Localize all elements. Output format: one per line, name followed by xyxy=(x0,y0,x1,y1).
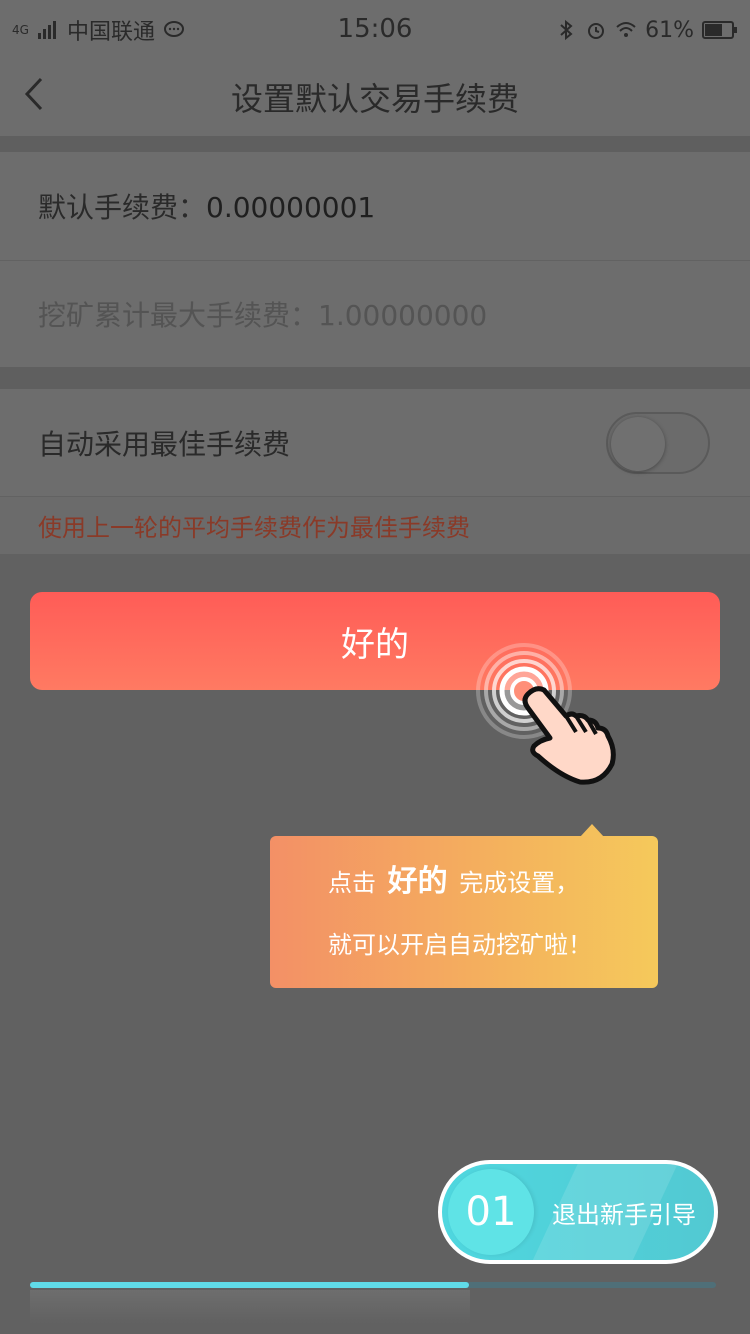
pointing-hand-icon xyxy=(522,686,616,785)
tooltip-suffix: 完成设置， xyxy=(459,869,580,897)
auto-best-fee-label-text: 自动采用最佳手续费 xyxy=(38,427,291,461)
status-time: 15:06 xyxy=(337,14,413,44)
best-fee-hint: 使用上一轮的平均手续费作为最佳手续费 xyxy=(38,514,470,542)
section-gap xyxy=(0,136,750,152)
status-bar: 4G 中国联通 15:06 61% xyxy=(0,0,750,60)
exit-guide-button[interactable]: 01 退出新手引导 xyxy=(438,1160,718,1264)
max-fee-text: 挖矿累计最大手续费：1.00000000 xyxy=(38,294,487,334)
tooltip-line-2: 就可以开启自动挖矿啦！ xyxy=(328,931,592,959)
page-title: 设置默认交易手续费 xyxy=(230,80,519,118)
ok-button-label: 好的 xyxy=(341,624,409,665)
toggle-knob xyxy=(611,416,665,471)
nav-bar: 设置默认交易手续费 xyxy=(0,60,750,136)
tooltip-highlight: 好的 xyxy=(387,864,448,899)
guide-tooltip: 点击 好的 完成设置， 就可以开启自动挖矿啦！ xyxy=(270,836,658,988)
guide-progress-bar xyxy=(30,1282,716,1288)
default-fee-text: 默认手续费：0.00000001 xyxy=(38,186,375,226)
default-fee-value: 0.00000001 xyxy=(206,191,376,224)
page: 4G 中国联通 15:06 61% 设置默认交易手续费 默认手续费：0.0000… xyxy=(0,0,750,1334)
tooltip-line-1: 点击 好的 完成设置， xyxy=(328,864,658,901)
max-fee-label: 挖矿累计最大手续费： xyxy=(38,299,319,332)
max-fee-row: 挖矿累计最大手续费：1.00000000 xyxy=(0,261,750,367)
guide-progress-fill xyxy=(30,1282,470,1288)
section-gap xyxy=(0,367,750,389)
auto-best-fee-row: 自动采用最佳手续费 xyxy=(0,389,750,496)
ok-button[interactable]: 好的 xyxy=(30,592,720,690)
exit-guide-label: 退出新手引导 xyxy=(552,1200,696,1229)
default-fee-row[interactable]: 默认手续费：0.00000001 xyxy=(0,152,750,260)
step-number: 01 xyxy=(448,1169,534,1255)
auto-best-fee-label: 自动采用最佳手续费 xyxy=(38,423,290,463)
max-fee-value: 1.00000000 xyxy=(318,299,488,332)
bottom-shadow xyxy=(30,1290,470,1324)
tooltip-prefix: 点击 xyxy=(328,869,376,897)
default-fee-label: 默认手续费： xyxy=(38,191,207,224)
auto-best-fee-toggle[interactable] xyxy=(606,411,710,474)
hint-row: 使用上一轮的平均手续费作为最佳手续费 xyxy=(0,497,750,554)
